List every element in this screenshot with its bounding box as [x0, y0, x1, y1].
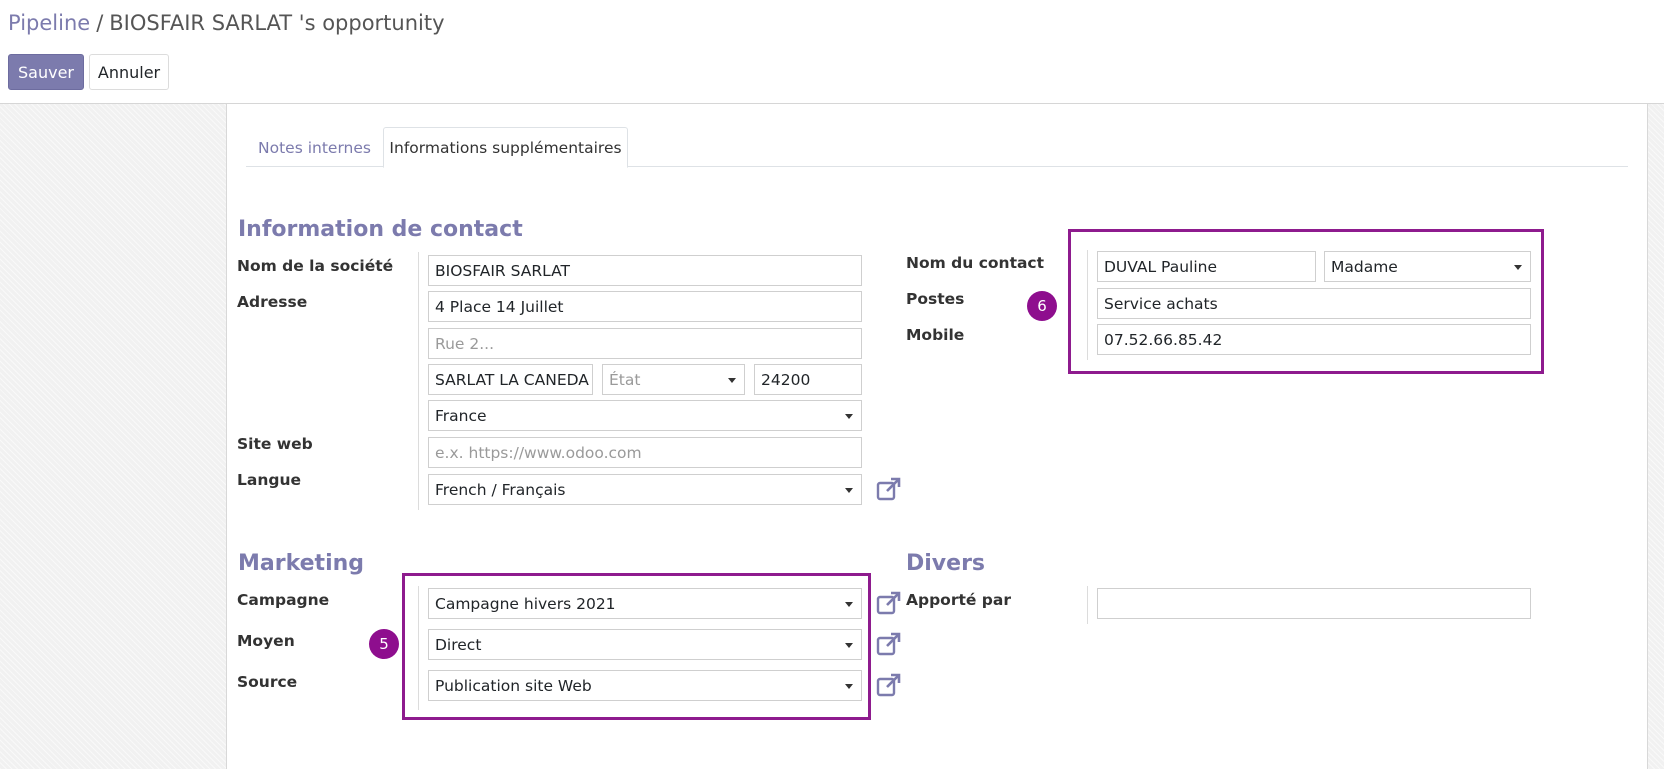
background-left [0, 104, 226, 769]
annotation-badge-5: 5 [369, 629, 399, 659]
tab-extra-info[interactable]: Informations supplémentaires [383, 127, 628, 168]
state-select[interactable]: État [602, 364, 745, 395]
section-title-misc: Divers [906, 551, 986, 576]
company-name-input[interactable]: BIOSFAIR SARLAT [428, 255, 862, 286]
street-input[interactable]: 4 Place 14 Juillet [428, 291, 862, 322]
contact-name-input[interactable]: DUVAL Pauline [1097, 251, 1316, 282]
section-title-marketing: Marketing [238, 551, 365, 576]
medium-label: Moyen [237, 632, 295, 650]
tab-bar: Notes internes Informations supplémentai… [246, 127, 1628, 168]
control-panel: Pipeline / BIOSFAIR SARLAT 's opportunity … [0, 0, 1664, 104]
breadcrumb-current: BIOSFAIR SARLAT 's opportunity [109, 11, 445, 35]
source-select[interactable]: Publication site Web [428, 670, 862, 701]
medium-select[interactable]: Direct [428, 629, 862, 660]
referred-by-label: Apporté par [906, 591, 1011, 609]
contact-title-select[interactable]: Madame [1324, 251, 1531, 282]
annotation-badge-6: 6 [1027, 291, 1057, 321]
website-input[interactable]: e.x. https://www.odoo.com [428, 437, 862, 468]
campaign-select[interactable]: Campagne hivers 2021 [428, 588, 862, 619]
external-link-icon[interactable] [876, 632, 902, 656]
field-divider [1087, 586, 1088, 624]
background-right [1648, 104, 1664, 769]
job-position-input[interactable]: Service achats [1097, 288, 1531, 319]
breadcrumb-separator: / [96, 11, 104, 35]
referred-by-input[interactable] [1097, 588, 1531, 619]
external-link-icon[interactable] [876, 673, 902, 697]
street2-input[interactable]: Rue 2... [428, 328, 862, 359]
address-label: Adresse [237, 293, 308, 311]
breadcrumb: Pipeline / BIOSFAIR SARLAT 's opportunity [8, 11, 445, 35]
country-select[interactable]: France [428, 400, 862, 431]
field-divider [418, 252, 419, 510]
website-label: Site web [237, 435, 313, 453]
job-position-label: Postes [906, 290, 965, 308]
contact-name-label: Nom du contact [906, 254, 1045, 272]
save-button[interactable]: Sauver [8, 54, 84, 90]
language-select[interactable]: French / Français [428, 474, 862, 505]
breadcrumb-pipeline-link[interactable]: Pipeline [8, 11, 90, 35]
field-divider [1087, 250, 1088, 360]
mobile-input[interactable]: 07.52.66.85.42 [1097, 324, 1531, 355]
field-divider [418, 586, 419, 710]
external-link-icon[interactable] [876, 591, 902, 615]
language-label: Langue [237, 471, 302, 489]
mobile-label: Mobile [906, 326, 965, 344]
tab-internal-notes[interactable]: Notes internes [246, 127, 383, 168]
cancel-button[interactable]: Annuler [89, 54, 169, 90]
section-title-contact: Information de contact [238, 217, 523, 242]
company-label: Nom de la société [237, 257, 394, 275]
zip-input[interactable]: 24200 [754, 364, 862, 395]
source-label: Source [237, 673, 298, 691]
campaign-label: Campagne [237, 591, 330, 609]
city-input[interactable]: SARLAT LA CANEDA [428, 364, 593, 395]
external-link-icon[interactable] [876, 477, 902, 501]
